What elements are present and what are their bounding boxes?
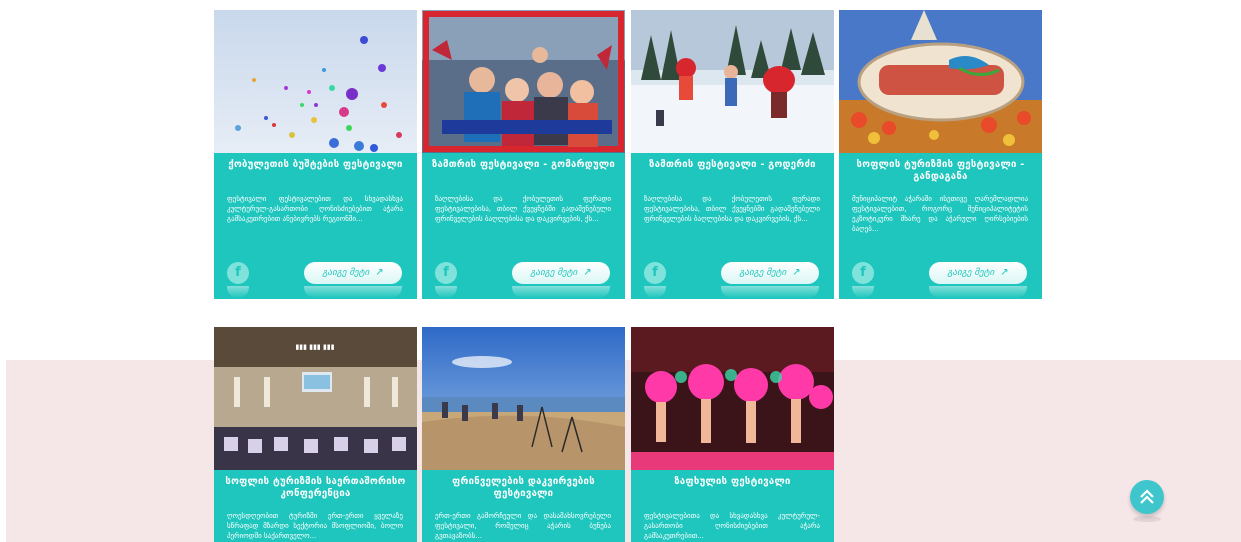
- button-reflection: [512, 286, 610, 298]
- event-photo-birdwatch: [422, 327, 625, 470]
- event-photo-conference: ▮▮▮ ▮▮▮ ▮▮▮: [214, 327, 417, 470]
- arrow-icon: ↗: [375, 267, 384, 278]
- button-reflection: [721, 286, 819, 298]
- event-title: ზამთრის ფესტივალი - გოდერძი: [649, 159, 816, 170]
- read-more-label: გაიგე მეტი: [947, 268, 995, 278]
- read-more-button[interactable]: გაიგე მეტი ↗: [304, 262, 402, 284]
- event-photo-carnival: [631, 327, 834, 470]
- read-more-label: გაიგე მეტი: [322, 268, 370, 278]
- event-title: ზამთრის ფესტივალი - გომარდული: [431, 159, 616, 170]
- scroll-button-shadow: [1133, 516, 1161, 522]
- arrow-icon: ↗: [1000, 267, 1009, 278]
- event-description: ფესტივალი ფესტივალებით და სხვადასხვა კულ…: [227, 195, 403, 223]
- facebook-share-icon[interactable]: f: [435, 262, 457, 284]
- event-card[interactable]: ▮▮▮ ▮▮▮ ▮▮▮ სოფლის ტურიზმის საერთაშორისო…: [214, 327, 417, 542]
- event-photo-balloons: [214, 10, 417, 153]
- event-title: ფრინველების დაკვირვების ფესტივალი: [452, 476, 595, 499]
- read-more-button[interactable]: გაიგე მეტი ↗: [512, 262, 610, 284]
- event-photo-sign: [839, 10, 1042, 153]
- facebook-reflection: [852, 286, 874, 298]
- chevron-double-up-icon: [1140, 489, 1154, 504]
- svg-text:▮▮▮ ▮▮▮ ▮▮▮: ▮▮▮ ▮▮▮ ▮▮▮: [295, 343, 334, 351]
- event-title: ქობულეთის ბუშტების ფესტივალი: [228, 159, 403, 170]
- event-description: ზაღლებისა და ქობულეთის ფერადი ფესტივალებ…: [435, 195, 611, 223]
- event-card[interactable]: ფრინველების დაკვირვების ფესტივალი ერთ-ერ…: [422, 327, 625, 542]
- event-card[interactable]: სოფლის ტურიზმის ფესტივალი - განდაგანა მუ…: [839, 10, 1042, 299]
- event-description: ერთ-ერთი გამორჩეული და დასამახსოვრებელი …: [435, 512, 611, 540]
- read-more-button[interactable]: გაიგე მეტი ↗: [929, 262, 1027, 284]
- arrow-icon: ↗: [792, 267, 801, 278]
- button-reflection: [929, 286, 1027, 298]
- button-reflection: [304, 286, 402, 298]
- event-title: სოფლის ტურიზმის ფესტივალი - განდაგანა: [856, 159, 1025, 182]
- facebook-reflection: [435, 286, 457, 298]
- facebook-share-icon[interactable]: f: [227, 262, 249, 284]
- facebook-reflection: [644, 286, 666, 298]
- event-description: მუნიციპალიტ აჭარაში ისეთივე ღარემლადლია …: [852, 195, 1028, 233]
- facebook-share-icon[interactable]: f: [852, 262, 874, 284]
- event-card[interactable]: ზაფხულის ფესტივალი ფესტივალებითა და სხვა…: [631, 327, 834, 542]
- read-more-button[interactable]: გაიგე მეტი ↗: [721, 262, 819, 284]
- event-description: ფესტივალებითა და სხვადასხვა კულტურულ-გას…: [644, 512, 820, 540]
- event-photo-snow: [631, 10, 834, 153]
- event-card[interactable]: ზამთრის ფესტივალი - გომარდული ზაღლებისა …: [422, 10, 625, 299]
- scroll-to-top-button[interactable]: [1130, 480, 1164, 514]
- read-more-label: გაიგე მეტი: [739, 268, 787, 278]
- facebook-share-icon[interactable]: f: [644, 262, 666, 284]
- event-card[interactable]: ქობულეთის ბუშტების ფესტივალი ფესტივალი ფ…: [214, 10, 417, 299]
- arrow-icon: ↗: [583, 267, 592, 278]
- event-title: ზაფხულის ფესტივალი: [674, 476, 791, 487]
- event-title: სოფლის ტურიზმის საერთაშორისო კონფერენცია: [225, 476, 406, 499]
- event-photo-crowd: [422, 10, 625, 153]
- event-description: ზაღლებისა და ქობულეთის ფერადი ფესტივალებ…: [644, 195, 820, 223]
- read-more-label: გაიგე მეტი: [530, 268, 578, 278]
- event-description: ღოესდღეობით ტურიზმი ერთ-ერთი ყველაზე სწრ…: [227, 512, 403, 540]
- facebook-reflection: [227, 286, 249, 298]
- event-card[interactable]: ზამთრის ფესტივალი - გოდერძი ზაღლებისა და…: [631, 10, 834, 299]
